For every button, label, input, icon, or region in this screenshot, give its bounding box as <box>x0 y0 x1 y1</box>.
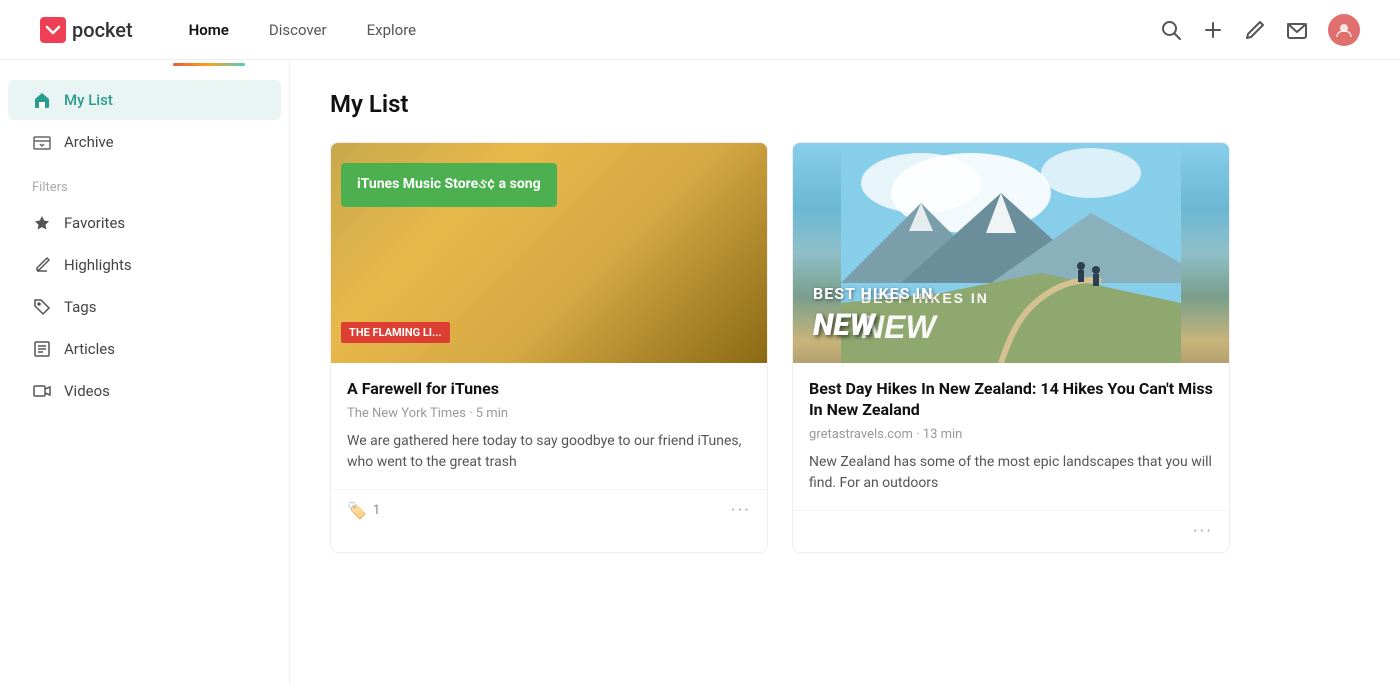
card-title-2: Best Day Hikes In New Zealand: 14 Hikes … <box>809 379 1213 421</box>
videos-icon <box>32 381 52 401</box>
main-content: My List A Farewell for iTunes The New Yo… <box>290 60 1400 686</box>
svg-text:BEST HIKES IN: BEST HIKES IN <box>861 290 989 306</box>
sidebar-item-highlights[interactable]: Highlights <box>8 245 281 285</box>
card-meta-1: The New York Times · 5 min <box>347 406 751 421</box>
home-icon <box>32 90 52 110</box>
filters-label: Filters <box>8 164 281 203</box>
sidebar-item-videos[interactable]: Videos <box>8 371 281 411</box>
more-button-2[interactable]: ··· <box>1193 521 1213 542</box>
more-button-1[interactable]: ··· <box>731 500 751 521</box>
card-farewell-itunes[interactable]: A Farewell for iTunes The New York Times… <box>330 142 768 553</box>
card-dot-1: · <box>469 406 476 421</box>
nav-home[interactable]: Home <box>173 13 245 47</box>
page-title: My List <box>330 90 1360 118</box>
edit-icon[interactable] <box>1244 19 1266 41</box>
sidebar-favorites-label: Favorites <box>64 214 125 232</box>
card-time-1: 5 min <box>476 406 508 421</box>
avatar[interactable] <box>1328 14 1360 46</box>
header: pocket Home Discover Explore <box>0 0 1400 60</box>
header-right <box>1160 14 1360 46</box>
sidebar-item-archive[interactable]: Archive <box>8 122 281 162</box>
card-excerpt-1: We are gathered here today to say goodby… <box>347 431 751 473</box>
articles-icon <box>32 339 52 359</box>
sidebar-item-my-list[interactable]: My List <box>8 80 281 120</box>
sidebar-highlights-label: Highlights <box>64 256 132 274</box>
card-title-1: A Farewell for iTunes <box>347 379 751 400</box>
card-dot-2: · <box>916 427 923 442</box>
sidebar-videos-label: Videos <box>64 382 110 400</box>
tag-icon <box>32 297 52 317</box>
logo-text: pocket <box>72 18 133 42</box>
card-excerpt-2: New Zealand has some of the most epic la… <box>809 452 1213 494</box>
card-source-1: The New York Times <box>347 406 466 421</box>
card-new-zealand[interactable]: BEST HIKES IN NEW Best Day Hikes In New … <box>792 142 1230 553</box>
sidebar: My List Archive Filters Favorites <box>0 60 290 686</box>
card-footer-1: 🏷️ 1 ··· <box>331 489 767 531</box>
main-nav: Home Discover Explore <box>173 13 432 47</box>
card-tags-1: 🏷️ 1 <box>347 501 380 520</box>
sidebar-item-tags[interactable]: Tags <box>8 287 281 327</box>
tag-count-1: 1 <box>373 503 380 518</box>
nav-explore[interactable]: Explore <box>351 13 433 47</box>
cards-grid: A Farewell for iTunes The New York Times… <box>330 142 1230 553</box>
nav-discover[interactable]: Discover <box>253 13 343 47</box>
sidebar-item-favorites[interactable]: Favorites <box>8 203 281 243</box>
sidebar-item-articles[interactable]: Articles <box>8 329 281 369</box>
sidebar-my-list-label: My List <box>64 91 113 109</box>
star-icon <box>32 213 52 233</box>
mail-icon[interactable] <box>1286 19 1308 41</box>
card-source-2: gretastravels.com <box>809 427 913 442</box>
card-meta-2: gretastravels.com · 13 min <box>809 427 1213 442</box>
sidebar-articles-label: Articles <box>64 340 115 358</box>
highlights-icon <box>32 255 52 275</box>
svg-text:NEW: NEW <box>861 309 938 345</box>
logo[interactable]: pocket <box>40 17 133 43</box>
layout: My List Archive Filters Favorites <box>0 60 1400 686</box>
header-left: pocket Home Discover Explore <box>40 13 432 47</box>
sidebar-tags-label: Tags <box>64 298 96 316</box>
card-footer-2: ··· <box>793 510 1229 552</box>
card-body-1: A Farewell for iTunes The New York Times… <box>331 363 767 489</box>
pocket-logo-icon <box>40 17 66 43</box>
tag-emoji-1: 🏷️ <box>347 501 367 520</box>
card-time-2: 13 min <box>923 427 963 442</box>
archive-icon <box>32 132 52 152</box>
sidebar-archive-label: Archive <box>64 133 114 151</box>
card-image-2-svg: BEST HIKES IN NEW <box>793 143 1229 363</box>
card-image-2: BEST HIKES IN NEW <box>793 143 1229 363</box>
search-icon[interactable] <box>1160 19 1182 41</box>
card-image-1 <box>331 143 767 363</box>
add-icon[interactable] <box>1202 19 1224 41</box>
card-body-2: Best Day Hikes In New Zealand: 14 Hikes … <box>793 363 1229 510</box>
